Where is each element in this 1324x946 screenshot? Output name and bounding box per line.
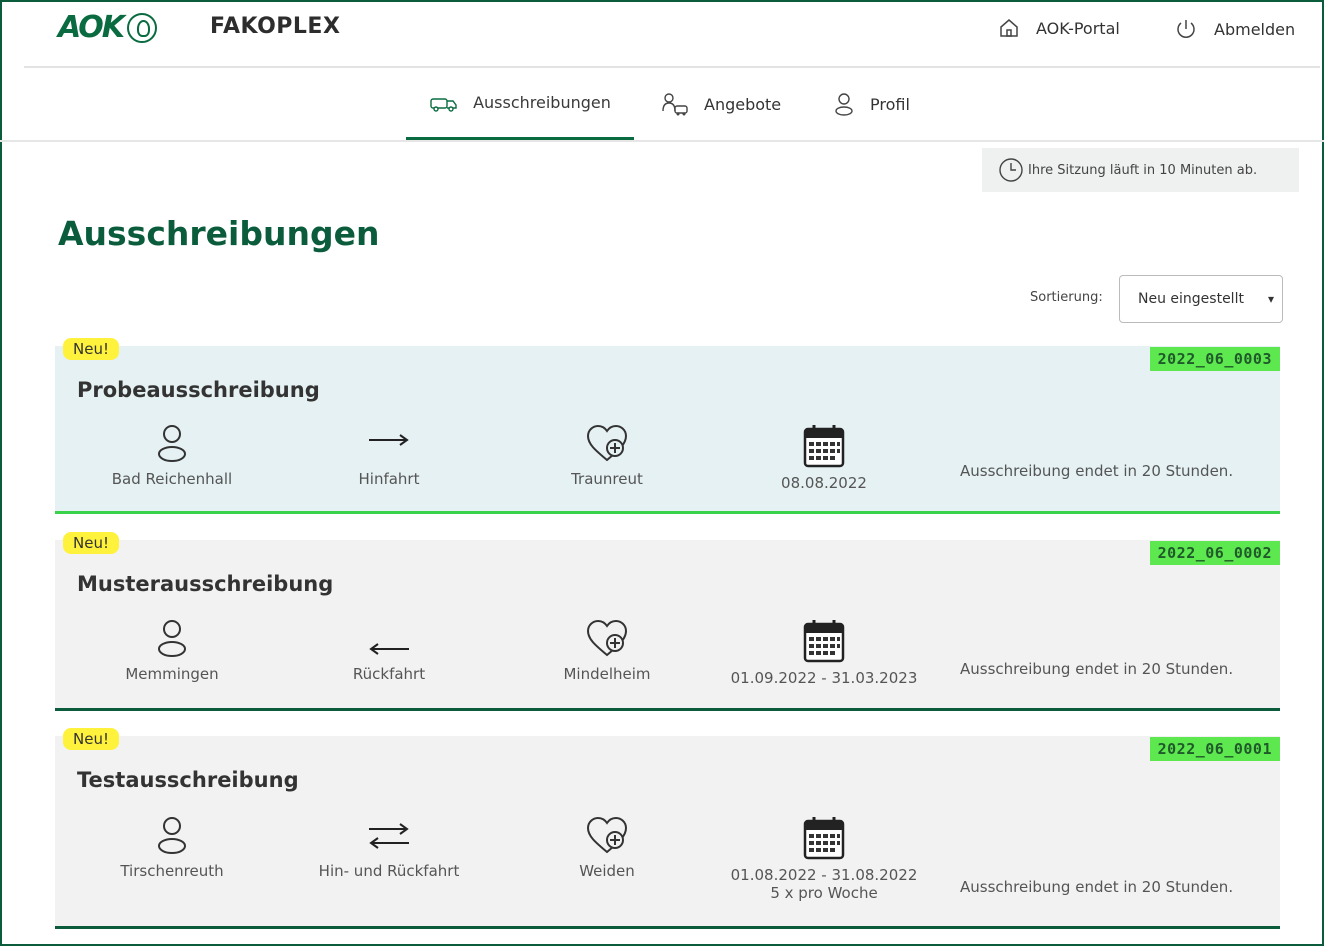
power-icon — [1177, 20, 1195, 38]
person-icon — [158, 817, 186, 854]
tender-origin: Memmingen — [72, 619, 272, 683]
tender-destination: Mindelheim — [507, 619, 707, 683]
person-icon — [158, 620, 186, 657]
tender-direction: Hinfahrt — [289, 424, 489, 488]
tender-ends-text: Ausschreibung endet in 20 Stunden. — [960, 660, 1234, 678]
offers-icon — [662, 93, 688, 116]
tender-direction: Hin- und Rückfahrt — [289, 816, 489, 880]
tender-code: 2022_06_0002 — [1149, 541, 1280, 565]
heart-plus-icon — [586, 424, 628, 462]
origin-label: Bad Reichenhall — [111, 470, 233, 488]
new-badge: Neu! — [63, 728, 119, 750]
tender-origin: Bad Reichenhall — [72, 424, 272, 488]
calendar-icon — [803, 817, 845, 860]
tender-ends-text: Ausschreibung endet in 20 Stunden. — [960, 462, 1234, 480]
tender-destination: Traunreut — [507, 424, 707, 488]
tender-date: 01.09.2022 - 31.03.2023 — [724, 619, 924, 687]
user-icon — [835, 93, 853, 116]
tender-code: 2022_06_0001 — [1149, 737, 1280, 761]
tab-ausschreibungen[interactable]: Ausschreibungen — [406, 68, 634, 140]
clock-icon — [999, 158, 1023, 182]
arrows-both-icon — [369, 823, 409, 849]
arrow-right-icon — [369, 434, 409, 446]
tender-direction: Rückfahrt — [289, 619, 489, 683]
logout-link[interactable]: Abmelden — [1174, 17, 1295, 41]
chevron-down-icon: ▾ — [1267, 292, 1274, 306]
destination-label: Mindelheim — [563, 665, 651, 683]
tender-ends-text: Ausschreibung endet in 20 Stunden. — [960, 878, 1234, 896]
tender-card[interactable]: Neu! 2022_06_0003 Probeausschreibung Bad… — [55, 338, 1280, 514]
page-title: Ausschreibungen — [58, 214, 380, 253]
aok-portal-label: AOK-Portal — [1036, 18, 1120, 38]
aok-portal-link[interactable]: AOK-Portal — [998, 17, 1120, 39]
direction-label: Hin- und Rückfahrt — [318, 862, 460, 880]
date-label: 08.08.2022 — [781, 474, 867, 492]
tender-code: 2022_06_0003 — [1149, 347, 1280, 371]
sort-label: Sortierung: — [1030, 290, 1103, 305]
calendar-icon — [803, 425, 845, 468]
logout-label: Abmelden — [1214, 19, 1296, 39]
tender-origin: Tirschenreuth — [72, 816, 272, 880]
top-header: AOK FAKOPLEX AOK-Portal Abmelden — [24, 0, 1320, 68]
tab-angebote[interactable]: Angebote — [660, 68, 781, 140]
new-badge: Neu! — [63, 338, 119, 360]
sort-selected-value: Neu eingestellt — [1138, 291, 1244, 307]
session-text: Ihre Sitzung läuft in 10 Minuten ab. — [1028, 162, 1258, 178]
tender-destination: Weiden — [507, 816, 707, 880]
heart-plus-icon — [586, 619, 628, 657]
aok-logo[interactable]: AOK — [58, 10, 158, 45]
tender-title: Musterausschreibung — [77, 572, 334, 596]
home-icon — [1000, 19, 1018, 37]
person-icon — [158, 425, 186, 462]
new-badge: Neu! — [63, 532, 119, 554]
main-nav: Ausschreibungen Angebote Profil — [0, 68, 1324, 142]
tender-date: 08.08.2022 — [724, 424, 924, 492]
tender-date: 01.08.2022 - 31.08.2022 5 x pro Woche — [724, 816, 924, 902]
tender-title: Testausschreibung — [77, 768, 299, 792]
heart-plus-icon — [586, 816, 628, 854]
frequency-label: 5 x pro Woche — [770, 884, 878, 902]
direction-label: Rückfahrt — [352, 665, 426, 683]
direction-label: Hinfahrt — [358, 470, 420, 488]
truck-icon — [430, 97, 457, 112]
origin-label: Tirschenreuth — [120, 862, 224, 880]
date-label: 01.08.2022 - 31.08.2022 — [730, 866, 918, 884]
destination-label: Weiden — [579, 862, 635, 880]
arrow-left-icon — [369, 643, 409, 655]
tender-card[interactable]: Neu! 2022_06_0002 Musterausschreibung Me… — [55, 532, 1280, 711]
tab-profil[interactable]: Profil — [832, 68, 910, 140]
logo-text: AOK — [58, 10, 125, 45]
app-title: FAKOPLEX — [210, 14, 341, 39]
tender-card[interactable]: Neu! 2022_06_0001 Testausschreibung Tirs… — [55, 728, 1280, 929]
calendar-icon — [803, 620, 845, 663]
tree-logo-icon — [127, 12, 158, 43]
tab-angebote-label: Angebote — [704, 94, 782, 114]
tender-title: Probeausschreibung — [77, 378, 320, 402]
date-label: 01.09.2022 - 31.03.2023 — [730, 669, 918, 687]
tab-ausschreibungen-label: Ausschreibungen — [473, 93, 611, 112]
tab-profil-label: Profil — [870, 94, 910, 114]
destination-label: Traunreut — [571, 470, 643, 488]
sort-select[interactable]: Neu eingestellt ▾ — [1119, 275, 1283, 323]
session-timer-notice: Ihre Sitzung läuft in 10 Minuten ab. — [982, 148, 1299, 192]
origin-label: Memmingen — [125, 665, 219, 683]
